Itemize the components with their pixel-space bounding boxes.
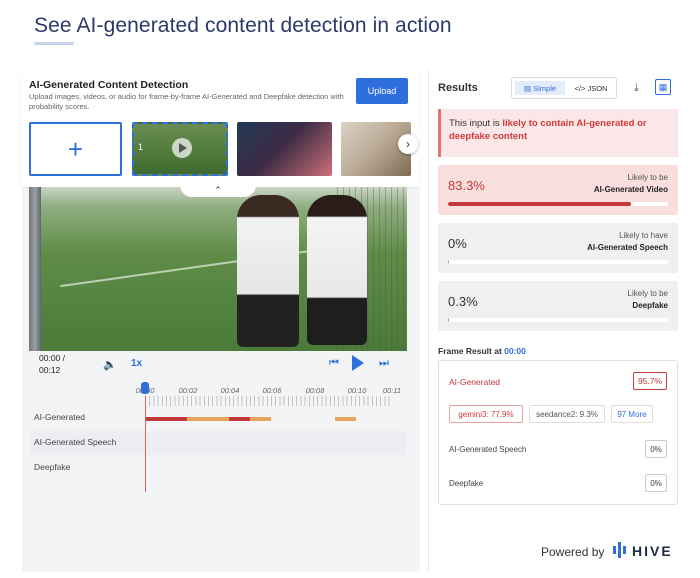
model-chip[interactable]: gemini3: 77.9% <box>449 405 523 423</box>
powered-by-label: Powered by <box>541 545 605 559</box>
tick-label: 00:06 <box>262 386 282 395</box>
timeline-segment <box>229 417 250 421</box>
more-models-button[interactable]: 97 More <box>611 405 653 423</box>
plus-icon: + <box>67 133 84 164</box>
time-display: 00:00 / 00:12 <box>39 353 65 375</box>
progress-bar <box>448 202 668 206</box>
track-ai-speech: AI-Generated Speech <box>29 431 407 455</box>
tick-label: 00:10 <box>347 386 367 395</box>
video-subject <box>237 195 299 347</box>
result-percentage: 83.3% <box>448 178 485 193</box>
skip-forward-icon[interactable]: ⏭ <box>379 357 389 370</box>
download-icon[interactable]: ⤓ <box>634 82 639 95</box>
detector-title: AI-Generated Content Detection <box>29 79 189 91</box>
model-chip[interactable]: seedance2: 9.3% <box>529 405 605 423</box>
progress-bar <box>448 318 668 322</box>
title-underline <box>34 42 74 45</box>
detector-subtitle: Upload images, videos, or audio for fram… <box>29 92 344 111</box>
chevron-up-icon[interactable]: ⌃ <box>180 183 256 197</box>
thumbnail-selected[interactable]: 1 <box>132 122 228 176</box>
brand-name: HIVE <box>632 543 673 559</box>
timeline-segment <box>250 417 271 421</box>
add-media-button[interactable]: + <box>29 122 122 176</box>
frame-time-link[interactable]: 00:00 <box>504 346 526 356</box>
view-toggle: ▤ Simple </> JSON <box>511 77 617 99</box>
frame-deepfake-score: 0% <box>645 474 667 492</box>
thumbnail-item[interactable] <box>237 122 332 176</box>
result-percentage: 0% <box>448 236 467 251</box>
results-title: Results <box>438 82 478 94</box>
frame-result-card: AI-Generated 95.7% gemini3: 77.9% seedan… <box>438 360 678 505</box>
toggle-json[interactable]: </> JSON <box>568 81 614 95</box>
volume-icon[interactable]: 🔈 <box>103 358 117 371</box>
timeline-segment <box>335 417 356 421</box>
media-thumbnails: + 1 <box>29 122 417 176</box>
player-controls: 00:00 / 00:12 🔈 1x ⏮ ⏭ <box>29 351 407 377</box>
frame-ai-score: 95.7% <box>633 372 667 390</box>
timeline-scrubber[interactable] <box>141 382 149 394</box>
hive-logo-icon <box>613 542 626 558</box>
tick-label: 00:04 <box>220 386 240 395</box>
speed-button[interactable]: 1x <box>131 358 142 369</box>
timeline-segment <box>187 417 229 421</box>
play-icon[interactable] <box>352 355 364 371</box>
progress-fill <box>448 202 632 206</box>
frame-result-title: Frame Result at 00:00 <box>438 346 526 356</box>
timeline-segment <box>145 417 187 421</box>
play-icon <box>172 138 192 158</box>
track-deepfake: Deepfake <box>29 456 407 480</box>
upload-card: AI-Generated Content Detection Upload im… <box>22 70 420 187</box>
tick-label: 00:02 <box>178 386 198 395</box>
skip-back-icon[interactable]: ⏮ <box>329 357 339 370</box>
tick-label: 00:11 <box>382 386 402 395</box>
frame-ai-label: AI-Generated <box>449 377 501 387</box>
upload-button[interactable]: Upload <box>356 78 408 104</box>
result-alert: This input is likely to contain AI-gener… <box>438 109 678 157</box>
result-card-deepfake: 0.3% Likely to be Deepfake <box>438 281 678 331</box>
result-card-ai-speech: 0% Likely to have AI-Generated Speech <box>438 223 678 273</box>
thumbnail-index: 1 <box>138 142 144 152</box>
result-percentage: 0.3% <box>448 294 478 309</box>
panel-divider <box>428 70 429 572</box>
page-title: See AI-generated content detection in ac… <box>34 14 452 37</box>
video-subject <box>307 195 367 345</box>
progress-bar <box>448 260 668 264</box>
track-ai-generated: AI-Generated <box>29 406 407 430</box>
tick-label: 00:08 <box>305 386 325 395</box>
playhead[interactable] <box>145 396 146 492</box>
layout-icon[interactable]: ▦ <box>655 79 671 95</box>
frame-speech-score: 0% <box>645 440 667 458</box>
chevron-right-icon[interactable]: › <box>398 134 418 154</box>
progress-fill <box>448 318 450 322</box>
frame-deepfake-label: Deepfake <box>449 479 484 488</box>
frame-speech-label: AI-Generated Speech <box>449 445 527 454</box>
toggle-simple[interactable]: ▤ Simple <box>515 81 565 95</box>
result-card-ai-video: 83.3% Likely to be AI-Generated Video <box>438 165 678 215</box>
detection-timeline[interactable]: 00:00 00:02 00:04 00:06 00:08 00:10 00:1… <box>29 382 407 492</box>
detector-panel: AI-Generated Content Detection Upload im… <box>22 70 420 572</box>
progress-fill <box>448 260 450 264</box>
video-preview[interactable] <box>29 187 407 351</box>
